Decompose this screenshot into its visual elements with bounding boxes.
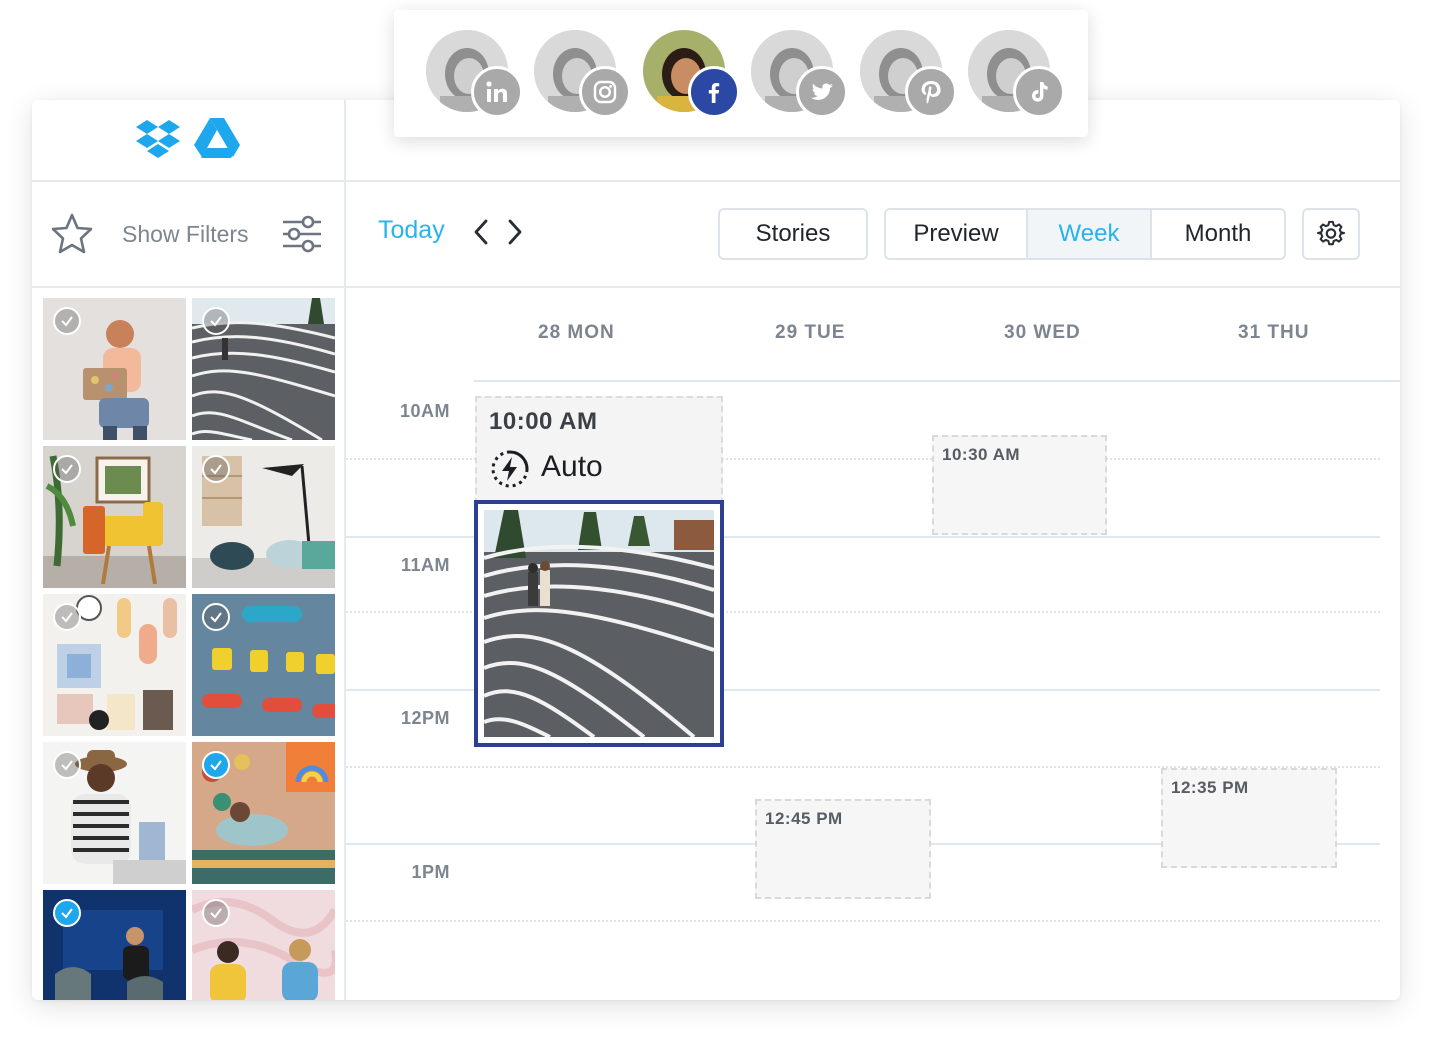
hour-label: 10AM [399,401,450,421]
stories-button[interactable]: Stories [718,208,868,260]
hour-label: 12PM [400,708,450,728]
social-profile-selector [394,10,1088,137]
planner-app: Show Filters Today Stories Preview Week … [32,100,1400,1000]
grid-line [474,380,1400,382]
check-icon [210,612,222,623]
check-icon [61,908,73,919]
show-filters-button[interactable]: Show Filters [122,221,249,248]
pinterest-icon [905,66,957,118]
chevron-right-icon[interactable] [504,217,526,247]
media-thumbnail[interactable] [192,446,335,588]
slot-time: 12:35 PM [1171,778,1249,797]
hour-label: 1PM [411,862,450,882]
dropbox-icon[interactable] [136,118,180,163]
media-grid [43,298,335,1000]
select-check[interactable] [53,603,81,631]
profile-facebook[interactable] [643,30,740,122]
media-thumbnail[interactable] [43,446,186,588]
auto-post-card[interactable]: 10:00 AM Auto [475,396,723,504]
media-sidebar: Show Filters [32,100,346,1000]
check-icon [61,760,73,771]
select-check[interactable] [53,751,81,779]
check-icon [61,316,73,327]
gear-icon [1317,220,1345,246]
auto-publish-icon [491,450,529,488]
slot-time: 12:45 PM [765,809,843,828]
tiktok-icon [1013,66,1065,118]
profile-linkedin[interactable] [426,30,523,122]
check-icon [61,464,73,475]
facebook-icon [688,66,740,118]
select-check[interactable] [202,603,230,631]
profile-pinterest[interactable] [860,30,957,122]
select-check[interactable] [202,307,230,335]
scheduled-post-preview[interactable] [474,500,724,747]
check-icon [61,612,73,623]
profile-tiktok[interactable] [968,30,1065,122]
hour-label: 11AM [400,555,450,575]
select-check[interactable] [202,899,230,927]
media-thumbnail[interactable] [192,298,335,440]
select-check[interactable] [53,307,81,335]
today-button[interactable]: Today [378,216,445,245]
media-thumbnail[interactable] [43,890,186,1000]
media-thumbnail[interactable] [192,742,335,884]
day-header: 30 WED [1004,322,1081,343]
twitter-icon [796,66,848,118]
post-time: 10:00 AM [489,408,598,435]
day-header: 29 TUE [775,322,846,343]
instagram-icon [579,66,631,118]
select-check[interactable] [202,751,230,779]
media-thumbnail[interactable] [192,890,335,1000]
grid-line [346,920,1380,922]
post-image [484,510,714,737]
media-sources [32,100,344,182]
time-slot[interactable]: 10:30 AM [932,435,1107,535]
profile-instagram[interactable] [534,30,631,122]
check-icon [210,464,222,475]
calendar-toolbar: Today Stories Preview Week Month [346,182,1400,288]
slot-time: 10:30 AM [942,445,1021,464]
month-tab[interactable]: Month [1152,210,1284,258]
time-slot[interactable]: 12:35 PM [1161,768,1337,868]
select-check[interactable] [202,455,230,483]
settings-button[interactable] [1302,208,1360,260]
select-check[interactable] [53,455,81,483]
media-thumbnail[interactable] [43,298,186,440]
preview-tab[interactable]: Preview [886,210,1028,258]
check-icon [210,760,222,771]
star-icon[interactable] [50,212,94,256]
select-check[interactable] [53,899,81,927]
time-slot[interactable]: 12:45 PM [755,799,931,899]
auto-label: Auto [541,450,603,483]
media-thumbnail[interactable] [43,742,186,884]
google-drive-icon[interactable] [194,117,240,163]
calendar-panel: Today Stories Preview Week Month 28 MON … [346,100,1400,1000]
check-icon [210,316,222,327]
profile-twitter[interactable] [751,30,848,122]
linkedin-icon [471,66,523,118]
week-tab[interactable]: Week [1028,210,1152,258]
media-thumbnail[interactable] [43,594,186,736]
sliders-icon[interactable] [281,213,323,255]
chevron-left-icon[interactable] [470,217,492,247]
check-icon [210,908,222,919]
view-switcher: Preview Week Month [884,208,1286,260]
media-thumbnail[interactable] [192,594,335,736]
day-header: 28 MON [538,322,615,343]
day-header: 31 THU [1238,322,1310,343]
filter-bar: Show Filters [32,182,344,288]
